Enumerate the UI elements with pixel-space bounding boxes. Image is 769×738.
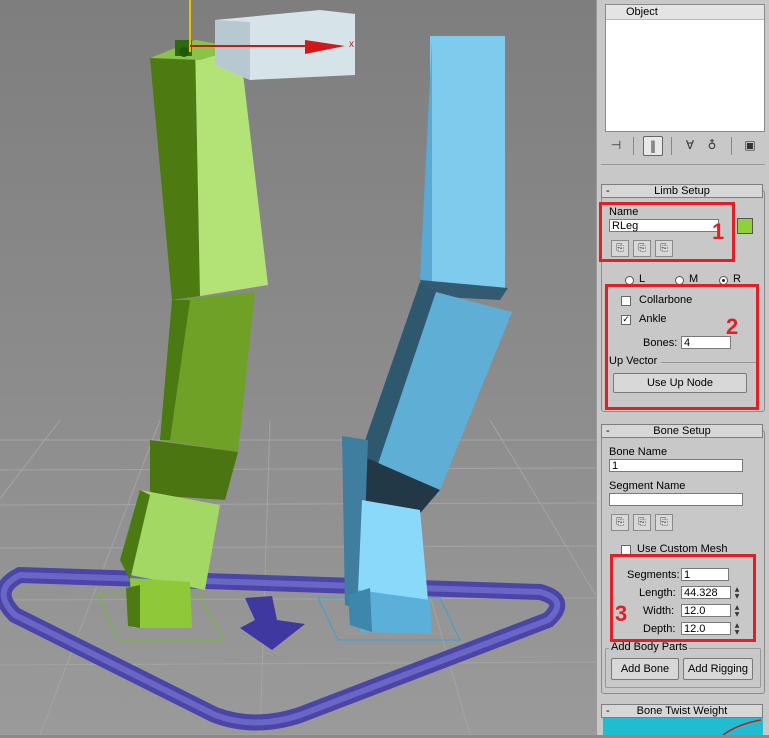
- modifier-stack-toolbar: ⊣ ‖ ∀ ♁ ▣: [601, 134, 767, 160]
- divider: [601, 164, 765, 165]
- configure-modifier-sets-icon[interactable]: ▣: [741, 136, 759, 154]
- annotation-number-1: 1: [712, 219, 725, 244]
- segment-name-field[interactable]: [609, 493, 743, 506]
- add-bone-button[interactable]: Add Bone: [611, 658, 679, 680]
- bone-name-field[interactable]: 1: [609, 459, 743, 472]
- annotation-box-2: [605, 284, 759, 410]
- make-unique-icon[interactable]: ∀: [681, 136, 699, 154]
- color-swatch[interactable]: [737, 218, 753, 234]
- collapse-icon: -: [606, 425, 610, 437]
- paste-mirrored-icon[interactable]: ⎘: [655, 514, 673, 531]
- bone-setup-header[interactable]: - Bone Setup: [601, 424, 763, 438]
- bone-name-label: Bone Name: [609, 446, 668, 458]
- twist-curve: [722, 719, 762, 736]
- copy-icon[interactable]: ⎘: [611, 514, 629, 531]
- bone-twist-weight-header[interactable]: - Bone Twist Weight: [601, 704, 763, 718]
- axis-x-label: x: [349, 39, 354, 50]
- list-item-object-label: Object: [626, 6, 658, 18]
- annotation-number-3: 3: [615, 601, 628, 626]
- remove-modifier-icon[interactable]: ♁: [703, 136, 721, 154]
- segment-name-label: Segment Name: [609, 480, 686, 492]
- bone-setup-title: Bone Setup: [653, 425, 711, 437]
- blue-leg: [342, 36, 512, 634]
- bone-twist-weight-title: Bone Twist Weight: [636, 705, 728, 717]
- pin-stack-icon[interactable]: ⊣: [607, 136, 625, 154]
- modifier-stack-list[interactable]: Object: [605, 4, 765, 132]
- list-item-object[interactable]: Object: [606, 5, 764, 20]
- annotation-box-3: [610, 554, 756, 642]
- add-body-parts-label: Add Body Parts: [609, 641, 690, 653]
- collapse-icon: -: [606, 185, 610, 197]
- show-end-result-icon[interactable]: ‖: [643, 136, 663, 156]
- green-leg: [120, 40, 268, 628]
- add-rigging-button[interactable]: Add Rigging: [683, 658, 753, 680]
- limb-setup-header[interactable]: - Limb Setup: [601, 184, 763, 198]
- limb-setup-title: Limb Setup: [654, 185, 710, 197]
- direction-arrow: [240, 596, 305, 650]
- annotation-number-2: 2: [726, 314, 739, 339]
- paste-icon[interactable]: ⎘: [633, 514, 651, 531]
- 3d-viewport[interactable]: x: [0, 0, 596, 735]
- command-panel: Object ⊣ ‖ ∀ ♁ ▣ - Limb Setup Name RLeg …: [596, 0, 769, 736]
- collapse-icon: -: [606, 705, 610, 717]
- scene-graphic: x: [0, 0, 596, 735]
- twist-weight-graph[interactable]: [603, 718, 763, 736]
